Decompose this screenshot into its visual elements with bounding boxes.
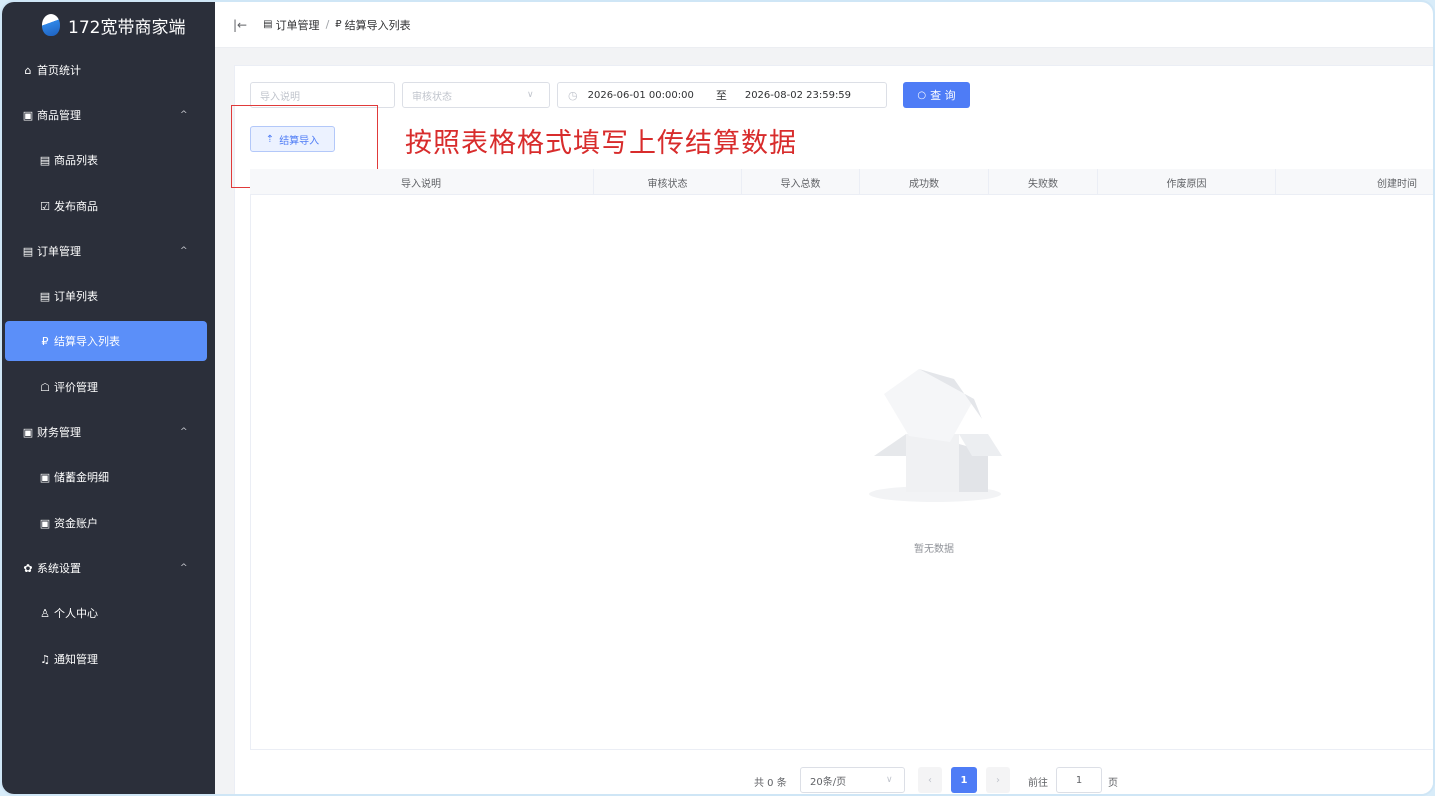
sidebar-item-label: 商品列表 [54,154,98,167]
empty-state-text: 暂无数据 [914,544,954,555]
column-header: 创建时间 [1275,169,1433,195]
column-header: 导入说明 [401,178,441,190]
sidebar-item-label: 订单列表 [54,290,98,303]
chevron-left-icon: ‹ [928,774,932,786]
query-button-label: 查 询 [930,89,956,102]
list-icon: ▤ [39,289,51,303]
app-window: 172宽带商家端 ⌂ 首页统计 ▣ 商品管理 ^ ▤ 商品列表 ☑ 发布商品 ▤… [0,0,1435,796]
order-icon: ▤ [263,19,273,30]
sidebar-item-label: 系统设置 [37,562,81,575]
sidebar-item-label: 通知管理 [54,653,98,666]
page-unit-label: 页 [1108,778,1118,789]
goods-icon: ▣ [22,108,34,122]
settle-icon: ₽ [335,19,342,30]
sidebar-item-label: 首页统计 [37,64,81,77]
finance-icon: ▣ [22,425,34,439]
query-button[interactable]: ○ 查 询 [903,82,970,108]
sidebar-item-profile[interactable]: ♙ 个人中心 [2,593,215,633]
date-start-input[interactable]: 2026-06-01 00:00:00 [588,90,694,101]
breadcrumb-item-current: 结算导入列表 [344,18,411,32]
page-size-value: 20条/页 [810,776,847,788]
chevron-up-icon: ^ [180,110,188,120]
sidebar-group-finance[interactable]: ▣ 财务管理 ^ [2,412,215,452]
sidebar-group-settings[interactable]: ✿ 系统设置 ^ [2,548,215,588]
sidebar: 172宽带商家端 ⌂ 首页统计 ▣ 商品管理 ^ ▤ 商品列表 ☑ 发布商品 ▤… [2,2,215,794]
sidebar-item-label: 个人中心 [54,607,98,620]
next-page-button[interactable]: › [986,767,1010,793]
collapse-sidebar-icon[interactable]: |← [233,18,247,32]
sidebar-group-goods[interactable]: ▣ 商品管理 ^ [2,95,215,135]
column-header: 审核状态 [593,169,741,195]
sidebar-item-label: 储蓄金明细 [54,471,109,484]
table-header: 导入说明 审核状态 导入总数 成功数 失败数 作废原因 创建时间 [250,169,1433,195]
logo-icon [42,14,60,36]
prev-page-button[interactable]: ‹ [918,767,942,793]
edit-icon: ☑ [40,199,50,213]
sidebar-item-label: 发布商品 [54,200,98,213]
chevron-up-icon: ^ [180,427,188,437]
column-header: 失败数 [988,169,1097,195]
sidebar-item-publish-goods[interactable]: ☑ 发布商品 [2,186,215,226]
sidebar-item-order-list[interactable]: ▤ 订单列表 [2,276,215,316]
pagination-total: 共 0 条 [754,778,787,789]
chevron-down-icon: ∨ [527,90,534,100]
sidebar-item-goods-list[interactable]: ▤ 商品列表 [2,140,215,180]
home-icon: ⌂ [24,63,32,77]
settle-icon: ₽ [41,334,49,348]
sidebar-item-reviews[interactable]: ☖ 评价管理 [2,367,215,407]
gear-icon: ✿ [23,561,33,575]
detail-icon: ▣ [39,470,51,484]
breadcrumb-separator: / [325,18,330,31]
sidebar-item-label: 结算导入列表 [54,335,120,348]
sidebar-item-savings-detail[interactable]: ▣ 储蓄金明细 [2,457,215,497]
page-number-current[interactable]: 1 [951,767,977,793]
column-header: 成功数 [859,169,988,195]
date-range-separator: 至 [715,89,727,102]
goto-label: 前往 [1028,778,1048,789]
order-icon: ▤ [22,244,34,258]
bell-icon: ♫ [40,652,50,666]
app-logo: 172宽带商家端 [2,2,215,48]
chevron-right-icon: › [996,774,1000,786]
user-icon: ♙ [40,606,50,620]
date-range-picker[interactable]: ◷ 2026-06-01 00:00:00 至 2026-08-02 23:59… [557,82,887,108]
page-size-select[interactable]: 20条/页 ∨ [800,767,905,793]
sidebar-item-label: 商品管理 [37,109,81,122]
list-icon: ▤ [39,153,51,167]
review-icon: ☖ [40,380,50,394]
column-header: 作废原因 [1097,169,1275,195]
chevron-down-icon: ∨ [886,775,893,785]
table-body [250,195,1433,750]
sidebar-item-settlement-import[interactable]: ₽ 结算导入列表 [5,321,207,361]
empty-box-icon [869,369,1002,502]
search-icon: ○ [917,89,927,101]
sidebar-group-orders[interactable]: ▤ 订单管理 ^ [2,231,215,271]
account-icon: ▣ [39,516,51,530]
status-select[interactable]: 审核状态 ∨ [402,82,550,108]
sidebar-item-label: 资金账户 [54,517,98,530]
sidebar-item-label: 财务管理 [37,426,81,439]
annotation-text: 按照表格格式填写上传结算数据 [405,128,797,159]
top-header: |← ▤ 订单管理 / ₽ 结算导入列表 [215,2,1433,48]
status-select-placeholder: 审核状态 [412,91,452,103]
sidebar-item-home-stats[interactable]: ⌂ 首页统计 [2,50,215,90]
clock-icon: ◷ [568,88,578,102]
sidebar-item-label: 评价管理 [54,381,98,394]
goto-page-input[interactable]: 1 [1056,767,1102,793]
column-header: 导入总数 [741,169,859,195]
date-end-input[interactable]: 2026-08-02 23:59:59 [745,90,851,101]
sidebar-item-fund-account[interactable]: ▣ 资金账户 [2,503,215,543]
sidebar-item-notifications[interactable]: ♫ 通知管理 [2,639,215,679]
breadcrumb-item-orders[interactable]: 订单管理 [276,17,320,33]
chevron-up-icon: ^ [180,563,188,573]
chevron-up-icon: ^ [180,246,188,256]
sidebar-item-label: 订单管理 [37,245,81,258]
app-title: 172宽带商家端 [68,17,186,38]
